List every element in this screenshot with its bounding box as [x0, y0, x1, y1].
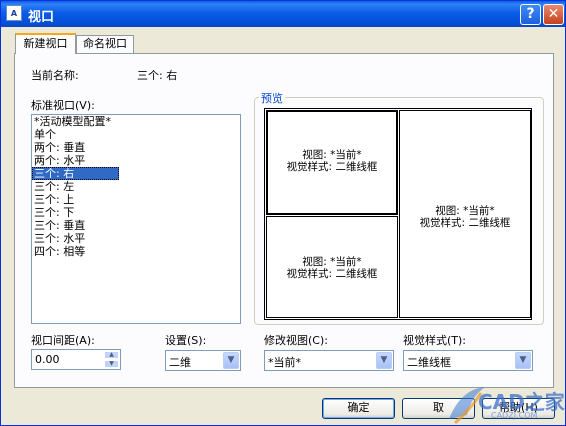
preview-area: 视图: *当前* 视觉样式: 二维线框 视图: *当前* 视觉样式: 二维线框 …	[264, 108, 532, 320]
list-item[interactable]: 三个: 垂直	[32, 219, 240, 232]
autocad-app-icon: A	[6, 5, 22, 21]
preview-label: 预览	[259, 90, 285, 106]
preview-viewport-bottom-left[interactable]: 视图: *当前* 视觉样式: 二维线框	[266, 216, 398, 318]
list-item[interactable]: 三个: 左	[32, 180, 240, 193]
question-icon: ?	[526, 6, 535, 22]
viewport-view-text: 视图: *当前*	[302, 149, 362, 161]
standard-viewports-list[interactable]: *活动模型配置* 单个 两个: 垂直 两个: 水平 三个: 右 三个: 左 三个…	[31, 114, 241, 324]
title-bar[interactable]: A 视口 ? ✕	[1, 1, 565, 27]
viewport-view-text: 视图: *当前*	[435, 205, 495, 217]
list-item[interactable]: 两个: 垂直	[32, 141, 240, 154]
list-item[interactable]: *活动模型配置*	[32, 115, 240, 128]
change-view-select[interactable]: *当前* ▼	[264, 350, 394, 371]
viewport-view-text: 视图: *当前*	[302, 256, 362, 268]
current-name-value: 三个: 右	[137, 69, 178, 82]
spin-buttons: ▲ ▼	[104, 351, 119, 368]
spin-down-icon[interactable]: ▼	[104, 360, 119, 368]
chevron-down-icon[interactable]: ▼	[376, 352, 392, 369]
visual-style-value: 二维线框	[407, 356, 451, 369]
help-title-button[interactable]: ?	[520, 4, 541, 25]
setup-select[interactable]: 二维 ▼	[165, 350, 241, 371]
list-item[interactable]: 四个: 相等	[32, 245, 240, 258]
setup-value: 二维	[169, 356, 191, 369]
chevron-down-icon[interactable]: ▼	[223, 352, 239, 369]
list-item[interactable]: 两个: 水平	[32, 154, 240, 167]
viewports-dialog: A 视口 ? ✕ 新建视口 命名视口 当前名称: 三个: 右 标准视口(V): …	[0, 0, 566, 426]
preview-viewport-right[interactable]: 视图: *当前* 视觉样式: 二维线框	[399, 110, 531, 318]
change-view-value: *当前*	[268, 356, 301, 369]
spacing-label: 视口间距(A):	[31, 334, 95, 347]
spin-up-icon[interactable]: ▲	[104, 351, 119, 359]
list-item[interactable]: 三个: 上	[32, 193, 240, 206]
close-icon: ✕	[547, 6, 560, 22]
setup-label: 设置(S):	[165, 334, 207, 347]
tab-new-viewports[interactable]: 新建视口	[15, 33, 76, 54]
ok-button[interactable]: 确定	[322, 398, 395, 419]
list-item-selected[interactable]: 三个: 右	[32, 167, 119, 180]
watermark-subtext: CADZJ.COM	[491, 411, 538, 420]
close-button[interactable]: ✕	[543, 4, 564, 25]
standard-viewports-label: 标准视口(V):	[31, 99, 95, 112]
viewport-style-text: 视觉样式: 二维线框	[286, 268, 378, 280]
chevron-down-icon[interactable]: ▼	[515, 352, 531, 369]
current-name-label: 当前名称:	[31, 69, 79, 82]
spacing-value[interactable]: 0.00	[35, 353, 60, 366]
preview-viewport-top-left[interactable]: 视图: *当前* 视觉样式: 二维线框	[266, 110, 398, 215]
list-item[interactable]: 三个: 下	[32, 206, 240, 219]
viewport-style-text: 视觉样式: 二维线框	[286, 161, 378, 173]
change-view-label: 修改视图(C):	[264, 334, 328, 347]
cancel-button[interactable]: 取	[402, 398, 475, 419]
viewport-style-text: 视觉样式: 二维线框	[419, 217, 511, 229]
list-item[interactable]: 单个	[32, 128, 240, 141]
tab-named-viewports[interactable]: 命名视口	[76, 35, 134, 53]
list-item[interactable]: 三个: 水平	[32, 232, 240, 245]
visual-style-select[interactable]: 二维线框 ▼	[403, 350, 533, 371]
window-title: 视口	[28, 10, 55, 25]
spacing-spinner[interactable]: 0.00 ▲ ▼	[31, 349, 121, 370]
visual-style-label: 视觉样式(T):	[403, 334, 467, 347]
